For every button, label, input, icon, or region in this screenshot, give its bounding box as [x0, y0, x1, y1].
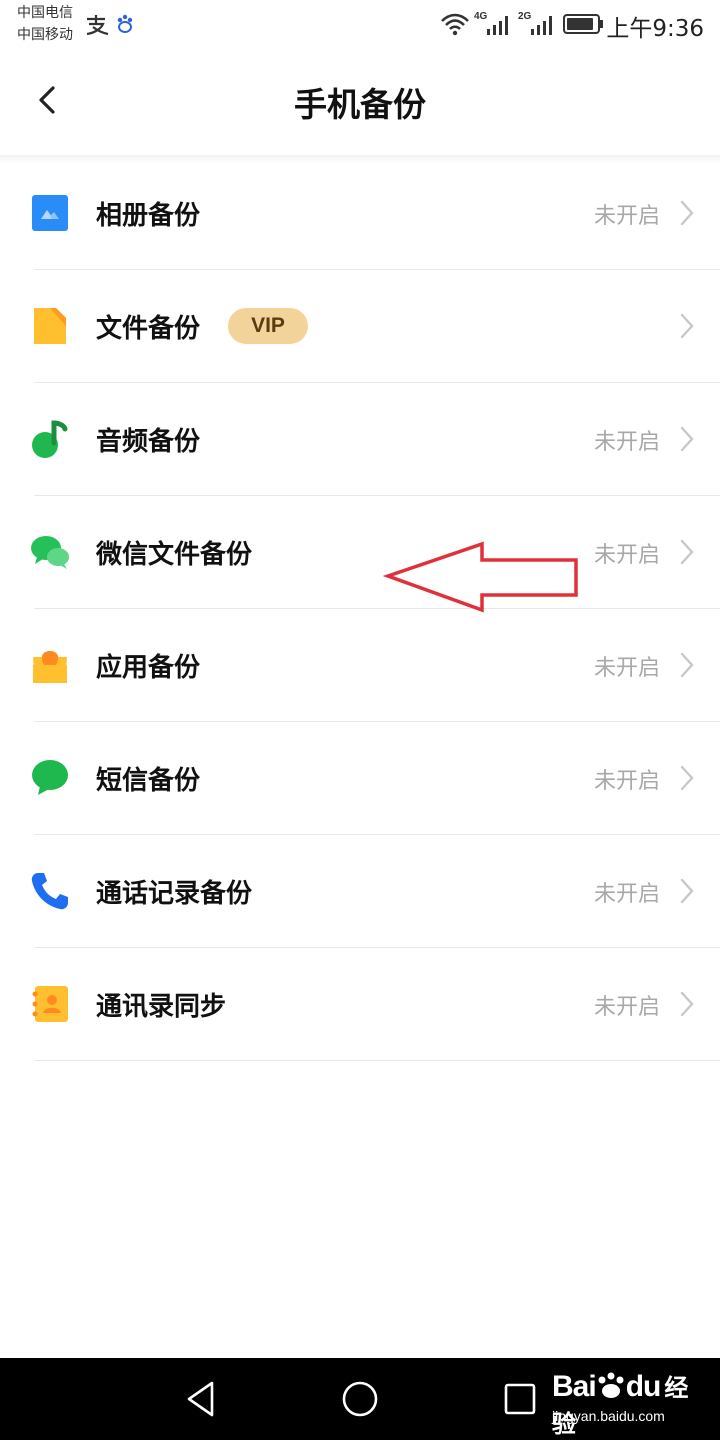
chevron-right-icon	[680, 200, 694, 226]
backup-item-status: 未开启	[593, 430, 660, 455]
baidu-paw-icon	[598, 1372, 624, 1398]
backup-item-label: 短信备份	[96, 766, 201, 796]
file-icon	[34, 308, 66, 344]
backup-item-label: 应用备份	[96, 653, 201, 683]
wechat-icon	[31, 536, 69, 569]
backup-item-status: 未开启	[593, 995, 660, 1020]
backup-item-app[interactable]: 应用备份 未开启	[0, 609, 720, 722]
recents-square-icon[interactable]	[503, 1382, 537, 1416]
signal-4g-icon	[487, 16, 508, 35]
watermark-brand: Bai	[552, 1370, 597, 1403]
backup-item-status: 未开启	[593, 543, 660, 568]
chevron-right-icon	[680, 878, 694, 904]
photo-album-icon	[32, 195, 68, 231]
chevron-right-icon	[680, 991, 694, 1017]
phone-icon	[31, 873, 69, 910]
vip-badge: VIP	[228, 308, 308, 344]
backup-item-album[interactable]: 相册备份 未开启	[0, 157, 720, 270]
backup-item-audio[interactable]: 音频备份 未开启	[0, 383, 720, 496]
page-title: 手机备份	[294, 85, 426, 124]
signal-2g-icon	[531, 16, 552, 35]
carrier-1: 中国电信	[17, 5, 73, 21]
backup-item-label: 通讯录同步	[96, 992, 227, 1022]
wifi-icon	[441, 13, 469, 36]
red-arrow-annotation	[382, 541, 578, 613]
watermark-url: jingyan.baidu.com	[552, 1408, 665, 1424]
alipay-icon	[86, 15, 109, 36]
back-triangle-icon[interactable]	[184, 1380, 218, 1418]
backup-item-status: 未开启	[593, 204, 660, 229]
message-bubble-icon	[32, 760, 68, 795]
divider	[34, 1060, 720, 1061]
clock: 上午9:36	[606, 16, 704, 42]
chevron-right-icon	[680, 539, 694, 565]
chevron-right-icon	[680, 313, 694, 339]
backup-item-status: 未开启	[593, 656, 660, 681]
backup-item-status: 未开启	[593, 769, 660, 794]
baidu-jingyan-watermark: Bai du 经验 jingyan.baidu.com	[550, 1362, 710, 1438]
backup-list: 相册备份 未开启 文件备份 VIP 音频备份 未开启 微信文件备份 未开启 应用…	[0, 157, 720, 1061]
home-circle-icon[interactable]	[341, 1380, 379, 1418]
contacts-book-icon	[32, 986, 68, 1022]
backup-item-file[interactable]: 文件备份 VIP	[0, 270, 720, 383]
chevron-right-icon	[680, 652, 694, 678]
watermark-brand-2: du	[625, 1370, 662, 1403]
chevron-right-icon	[680, 426, 694, 452]
backup-item-label: 微信文件备份	[96, 540, 253, 570]
baidu-paw-icon	[117, 14, 133, 33]
backup-item-label: 文件备份	[96, 314, 201, 344]
music-note-icon	[32, 420, 68, 458]
status-bar: 中国电信 中国移动 4G 2G 上午9:36	[0, 0, 720, 50]
chevron-right-icon	[680, 765, 694, 791]
backup-item-call-log[interactable]: 通话记录备份 未开启	[0, 835, 720, 948]
backup-item-wechat[interactable]: 微信文件备份 未开启	[0, 496, 720, 609]
backup-item-contacts[interactable]: 通讯录同步 未开启	[0, 948, 720, 1061]
backup-item-sms[interactable]: 短信备份 未开启	[0, 722, 720, 835]
carrier-2: 中国移动	[17, 27, 73, 43]
header: 手机备份	[0, 50, 720, 155]
app-bag-icon	[33, 651, 67, 683]
backup-item-status: 未开启	[593, 882, 660, 907]
battery-icon	[563, 14, 603, 34]
backup-item-label: 相册备份	[96, 201, 201, 231]
backup-item-label: 音频备份	[96, 427, 201, 457]
backup-item-label: 通话记录备份	[96, 879, 253, 909]
